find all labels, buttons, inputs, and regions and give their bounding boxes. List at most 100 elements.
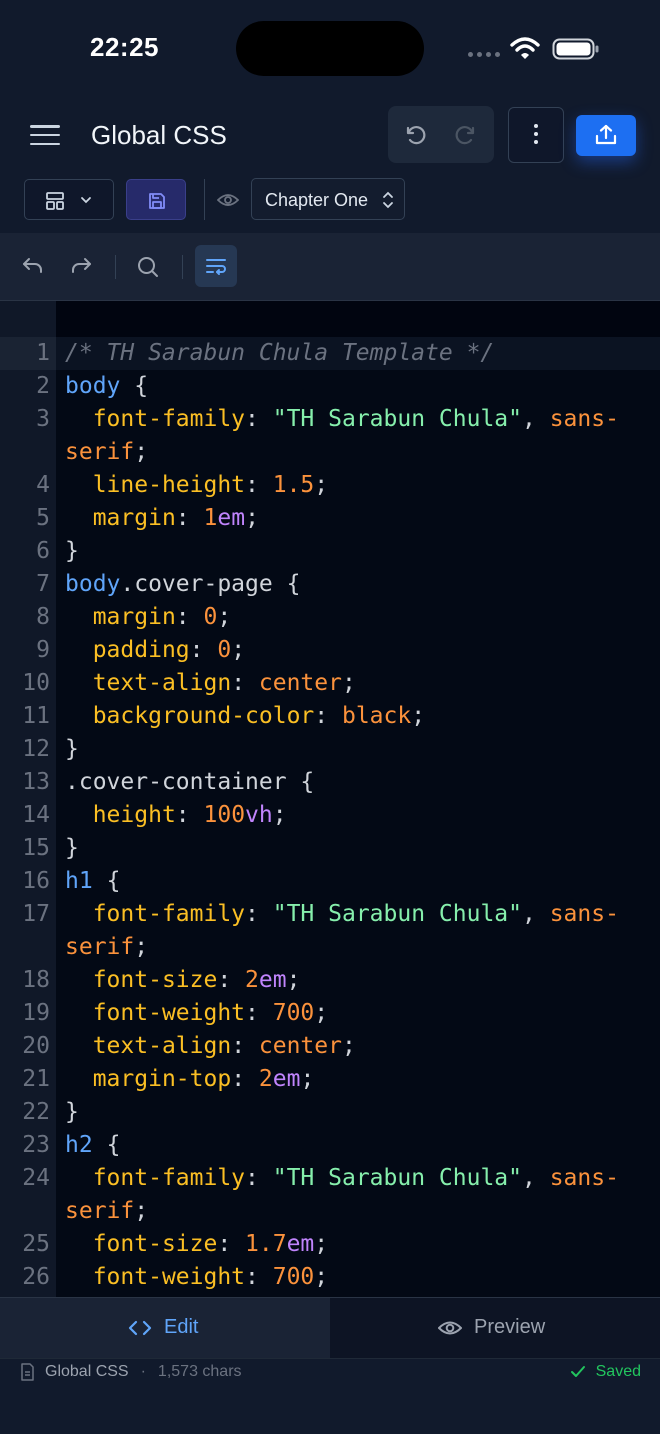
code-line[interactable]: 16 h1 { xyxy=(0,865,660,898)
code-text: serif; xyxy=(65,439,149,465)
signal-icon xyxy=(468,52,500,57)
code-line[interactable]: 17 font-family: "TH Sarabun Chula", sans… xyxy=(0,898,660,931)
code-text: background-color: black; xyxy=(92,703,426,729)
upload-icon xyxy=(595,124,617,145)
code-line[interactable]: 19 font-weight: 700; xyxy=(0,997,660,1030)
line-number: 25 xyxy=(22,1231,50,1257)
tab-preview-label: Preview xyxy=(474,1316,546,1338)
line-number: 24 xyxy=(22,1165,50,1191)
code-line[interactable]: 11 background-color: black; xyxy=(0,700,660,733)
code-line[interactable]: serif; xyxy=(0,931,660,964)
more-options-button[interactable] xyxy=(508,107,564,163)
editor-undo-icon[interactable] xyxy=(21,255,45,284)
editor-top-strip xyxy=(56,301,660,337)
status-time: 22:25 xyxy=(90,32,159,62)
line-number: 20 xyxy=(22,1033,50,1059)
code-text: serif; xyxy=(65,934,149,960)
eye-icon xyxy=(216,191,240,214)
footer-saved-status: Saved xyxy=(595,1363,641,1380)
code-line[interactable]: 20 text-align: center; xyxy=(0,1030,660,1063)
code-text: font-size: 2em; xyxy=(92,967,301,993)
app-header: Global CSS Chapter One xyxy=(0,96,660,236)
code-text: text-align: center; xyxy=(92,1033,356,1059)
wifi-icon xyxy=(510,36,540,65)
search-icon[interactable] xyxy=(136,255,160,284)
code-text: } xyxy=(65,736,79,762)
code-line[interactable]: serif; xyxy=(0,436,660,469)
code-line[interactable]: 12} xyxy=(0,733,660,766)
code-line[interactable]: 4 line-height: 1.5; xyxy=(0,469,660,502)
line-number: 8 xyxy=(36,604,50,630)
code-line[interactable]: 14 height: 100vh; xyxy=(0,799,660,832)
save-button[interactable] xyxy=(126,179,186,220)
eye-icon xyxy=(438,1321,462,1334)
code-line[interactable]: 18 font-size: 2em; xyxy=(0,964,660,997)
code-text: .cover-container { xyxy=(65,769,315,795)
battery-icon xyxy=(552,38,600,65)
layout-dropdown-button[interactable] xyxy=(24,179,114,220)
export-button[interactable] xyxy=(576,115,636,156)
tab-preview[interactable]: Preview xyxy=(330,1298,660,1358)
code-text: h2 { xyxy=(65,1132,121,1158)
code-line[interactable]: 7 body.cover-page { xyxy=(0,568,660,601)
code-text: body.cover-page { xyxy=(65,571,301,597)
code-line[interactable]: 1 /* TH Sarabun Chula Template */ xyxy=(0,337,660,370)
line-number: 12 xyxy=(22,736,50,762)
code-content[interactable]: 1 /* TH Sarabun Chula Template */ 2 body {3… xyxy=(0,337,660,1294)
chevron-down-icon xyxy=(81,197,91,204)
code-line[interactable]: 10 text-align: center; xyxy=(0,667,660,700)
line-number: 13 xyxy=(22,769,50,795)
code-text: font-weight: 700; xyxy=(92,1000,329,1026)
line-number: 16 xyxy=(22,868,50,894)
chapter-select[interactable]: Chapter One xyxy=(251,178,405,220)
code-text: margin: 1em; xyxy=(92,505,259,531)
code-line[interactable]: 6} xyxy=(0,535,660,568)
code-text: h1 { xyxy=(65,868,121,894)
line-number: 6 xyxy=(36,538,50,564)
toolbar-divider xyxy=(182,255,183,279)
code-line[interactable]: 26 font-weight: 700; xyxy=(0,1261,660,1294)
line-number: 11 xyxy=(22,703,50,729)
editor-toolbar xyxy=(0,233,660,301)
tab-edit[interactable]: Edit xyxy=(0,1298,330,1358)
undo-icon[interactable] xyxy=(404,123,428,152)
code-text: font-family: "TH Sarabun Chula", sans- xyxy=(92,406,619,432)
line-number: 3 xyxy=(36,406,50,432)
footer-char-count: 1,573 chars xyxy=(157,1363,242,1380)
footer-file-name: Global CSS xyxy=(45,1363,129,1380)
line-number: 21 xyxy=(22,1066,50,1092)
code-line[interactable]: 2 body { xyxy=(0,370,660,403)
line-number: 9 xyxy=(36,637,50,663)
code-text: } xyxy=(65,538,79,564)
line-number: 14 xyxy=(22,802,50,828)
status-footer: Global CSS · 1,573 chars Saved xyxy=(0,1358,660,1434)
redo-icon[interactable] xyxy=(453,123,477,152)
page-title: Global CSS xyxy=(91,120,227,150)
code-line[interactable]: 8 margin: 0; xyxy=(0,601,660,634)
code-line[interactable]: 13 .cover-container { xyxy=(0,766,660,799)
code-line[interactable]: 9 padding: 0; xyxy=(0,634,660,667)
chapter-select-value: Chapter One xyxy=(265,190,369,210)
code-line[interactable]: 24 font-family: "TH Sarabun Chula", sans… xyxy=(0,1162,660,1195)
line-number: 7 xyxy=(36,571,50,597)
code-line[interactable]: 3 font-family: "TH Sarabun Chula", sans- xyxy=(0,403,660,436)
code-line[interactable]: 21 margin-top: 2em; xyxy=(0,1063,660,1096)
code-line[interactable]: 23 h2 { xyxy=(0,1129,660,1162)
editor-redo-icon[interactable] xyxy=(69,255,93,284)
code-line[interactable]: 15} xyxy=(0,832,660,865)
line-number: 1 xyxy=(36,340,50,366)
code-line[interactable]: 22} xyxy=(0,1096,660,1129)
tab-edit-label: Edit xyxy=(164,1316,199,1338)
code-text: font-family: "TH Sarabun Chula", sans- xyxy=(92,901,619,927)
more-vertical-icon xyxy=(534,124,538,144)
code-line[interactable]: 5 margin: 1em; xyxy=(0,502,660,535)
code-text: font-weight: 700; xyxy=(92,1264,329,1290)
code-line[interactable]: 25 font-size: 1.7em; xyxy=(0,1228,660,1261)
code-text: serif; xyxy=(65,1198,149,1224)
menu-icon[interactable] xyxy=(30,122,60,148)
check-icon xyxy=(570,1366,585,1377)
code-line[interactable]: serif; xyxy=(0,1195,660,1228)
word-wrap-button[interactable] xyxy=(195,245,237,287)
code-editor[interactable]: 1 /* TH Sarabun Chula Template */ 2 body {3… xyxy=(0,301,660,1297)
bottom-tabs: Edit Preview xyxy=(0,1297,660,1358)
